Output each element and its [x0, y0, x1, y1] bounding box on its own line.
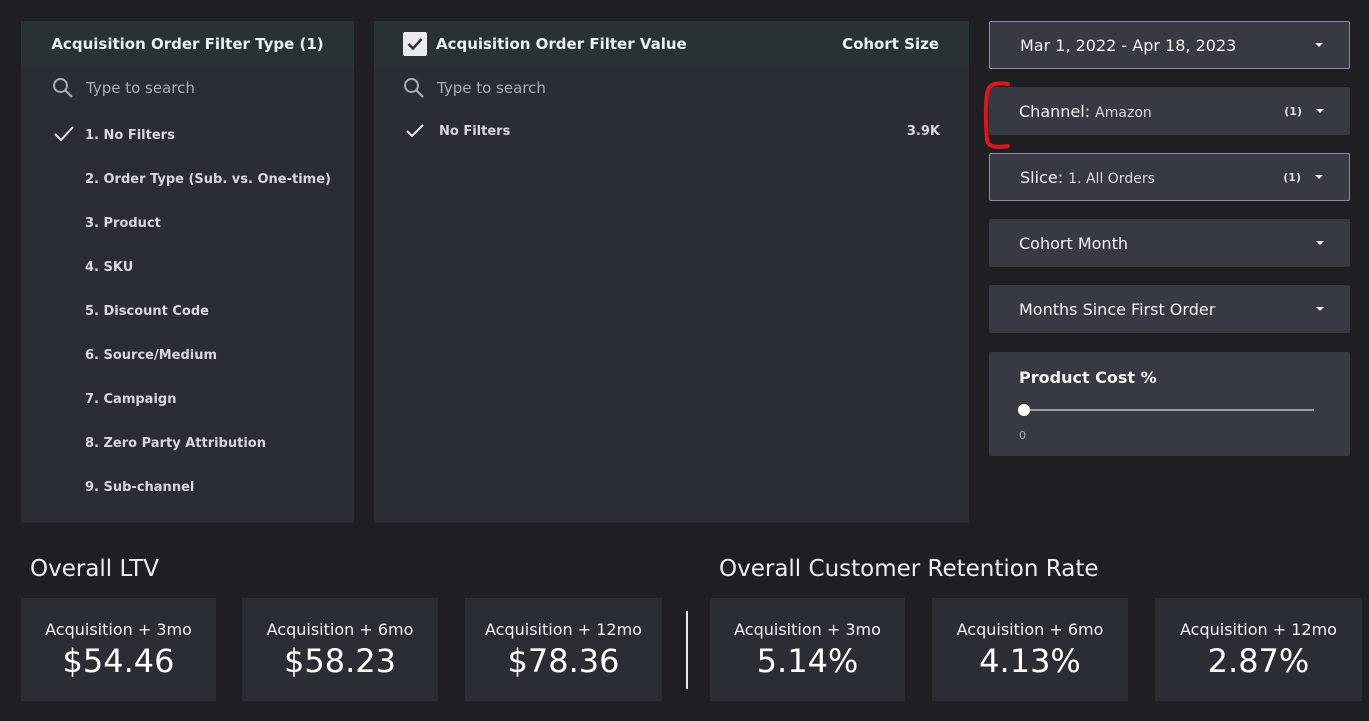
filter-value-search[interactable]: Type to search	[374, 67, 969, 109]
chevron-down-icon	[1316, 241, 1324, 245]
list-item-label: 1. No Filters	[85, 127, 175, 143]
ltv-title: Overall LTV	[30, 556, 159, 582]
slider-track[interactable]	[1024, 409, 1314, 411]
chevron-down-icon	[1316, 109, 1324, 113]
cohort-month-label: Cohort Month	[1019, 233, 1128, 253]
list-item-label: 9. Sub-channel	[85, 479, 195, 495]
ltv-kpi-card: Acquisition + 12mo $78.36	[465, 598, 662, 701]
kpi-value: $78.36	[507, 642, 620, 680]
filter-type-header: Acquisition Order Filter Type (1)	[21, 21, 354, 67]
list-item-label: 5. Discount Code	[85, 303, 209, 319]
filter-type-item[interactable]: 9. Sub-channel	[21, 465, 354, 509]
months-since-dropdown[interactable]: Months Since First Order	[989, 285, 1350, 333]
channel-text: Channel: Amazon	[1019, 101, 1152, 121]
filter-value-panel: Acquisition Order Filter Value Cohort Si…	[374, 21, 969, 523]
kpi-value: 4.13%	[979, 642, 1081, 680]
check-icon	[54, 126, 74, 142]
list-item-label: 4. SKU	[85, 259, 134, 275]
filter-type-panel: Acquisition Order Filter Type (1) Type t…	[21, 21, 354, 523]
filter-type-item[interactable]: 7. Campaign	[21, 377, 354, 421]
cohort-month-dropdown[interactable]: Cohort Month	[989, 219, 1350, 267]
list-item-label: 3. Product	[85, 215, 161, 231]
retention-kpi-card: Acquisition + 3mo 5.14%	[710, 598, 905, 701]
ltv-kpi-card: Acquisition + 6mo $58.23	[242, 598, 438, 701]
slice-value: 1. All Orders	[1068, 170, 1155, 187]
kpi-label: Acquisition + 3mo	[45, 620, 192, 639]
value-row-label: No Filters	[439, 123, 511, 139]
channel-value: Amazon	[1095, 104, 1152, 121]
filter-type-title: Acquisition Order Filter Type (1)	[51, 35, 324, 53]
slider-min-label: 0	[1019, 429, 1026, 442]
filter-type-item[interactable]: 8. Zero Party Attribution	[21, 421, 354, 465]
cohort-size-header[interactable]: Cohort Size	[842, 35, 939, 53]
kpi-value: $58.23	[284, 642, 396, 680]
search-placeholder: Type to search	[437, 79, 546, 97]
chevron-down-icon	[1315, 175, 1323, 179]
slice-label: Slice	[1020, 167, 1058, 187]
search-icon	[404, 78, 424, 98]
value-row-count: 3.9K	[906, 123, 940, 139]
list-item-label: 6. Source/Medium	[85, 347, 218, 363]
date-range-text: Mar 1, 2022 - Apr 18, 2023	[1020, 35, 1237, 55]
retention-kpi-card: Acquisition + 12mo 2.87%	[1155, 598, 1362, 701]
chevron-down-icon	[1315, 43, 1323, 47]
filter-value-title: Acquisition Order Filter Value	[436, 35, 687, 53]
months-since-label: Months Since First Order	[1019, 299, 1216, 319]
check-icon	[407, 38, 423, 51]
retention-kpi-card: Acquisition + 6mo 4.13%	[932, 598, 1128, 701]
filter-type-item[interactable]: 2. Order Type (Sub. vs. One-time)	[21, 157, 354, 201]
slice-dropdown[interactable]: Slice: 1. All Orders (1)	[989, 153, 1350, 201]
filter-type-item[interactable]: 6. Source/Medium	[21, 333, 354, 377]
kpi-value: $54.46	[62, 642, 175, 680]
kpi-label: Acquisition + 6mo	[956, 620, 1104, 639]
kpi-value: 5.14%	[756, 642, 859, 680]
date-range-picker[interactable]: Mar 1, 2022 - Apr 18, 2023	[989, 21, 1350, 69]
product-cost-label: Product Cost %	[1019, 368, 1157, 387]
retention-title: Overall Customer Retention Rate	[719, 556, 1099, 582]
filter-type-item[interactable]: 1. No Filters	[21, 113, 354, 157]
list-item-label: 8. Zero Party Attribution	[85, 435, 266, 451]
filter-value-row[interactable]: No Filters 3.9K	[374, 109, 969, 153]
annotation-bracket	[983, 81, 1010, 149]
ltv-kpi-card: Acquisition + 3mo $54.46	[21, 598, 216, 701]
search-placeholder: Type to search	[86, 79, 195, 97]
check-icon	[406, 124, 424, 138]
chevron-down-icon	[1316, 307, 1324, 311]
slider-handle[interactable]	[1018, 404, 1030, 416]
slice-count: (1)	[1283, 170, 1301, 184]
product-cost-control: Product Cost % 0	[989, 352, 1350, 456]
kpi-label: Acquisition + 6mo	[266, 620, 414, 639]
kpi-value: 2.87%	[1207, 642, 1310, 680]
filter-value-header: Acquisition Order Filter Value Cohort Si…	[374, 21, 969, 67]
filter-type-search[interactable]: Type to search	[21, 67, 354, 109]
list-item-label: 2. Order Type (Sub. vs. One-time)	[85, 171, 331, 187]
channel-label: Channel	[1019, 101, 1085, 121]
search-icon	[53, 78, 73, 98]
select-all-checkbox[interactable]	[403, 32, 427, 56]
filter-type-item[interactable]: 5. Discount Code	[21, 289, 354, 333]
section-divider	[686, 611, 688, 689]
kpi-label: Acquisition + 12mo	[485, 620, 642, 639]
list-item-label: 7. Campaign	[85, 391, 177, 407]
channel-count: (1)	[1284, 104, 1302, 118]
filter-type-list: 1. No Filters 2. Order Type (Sub. vs. On…	[21, 109, 354, 509]
filter-type-item[interactable]: 4. SKU	[21, 245, 354, 289]
filter-type-item[interactable]: 3. Product	[21, 201, 354, 245]
slice-text: Slice: 1. All Orders	[1020, 167, 1155, 187]
channel-dropdown[interactable]: Channel: Amazon (1)	[989, 87, 1350, 135]
kpi-label: Acquisition + 3mo	[734, 620, 881, 639]
kpi-label: Acquisition + 12mo	[1180, 620, 1337, 639]
